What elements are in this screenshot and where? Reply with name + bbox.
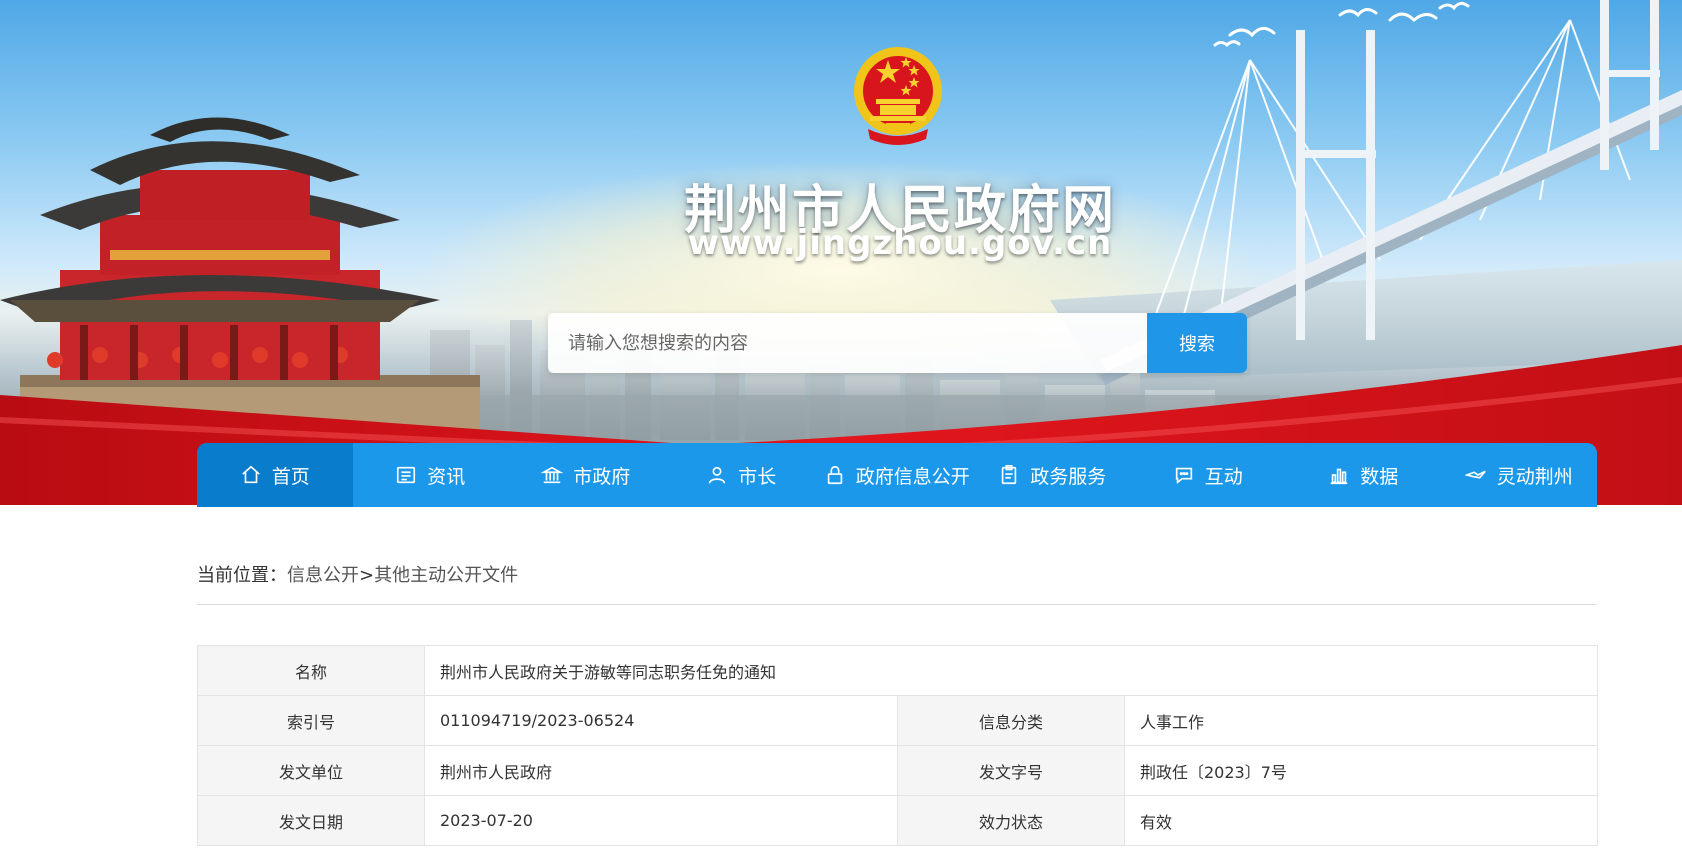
breadcrumb-separator: > <box>359 565 375 586</box>
issuer-value: 荆州市人民政府 <box>424 745 898 796</box>
breadcrumb: 当前位置： 信息公开 > 其他主动公开文件 <box>197 561 518 591</box>
nav-item-label: 资讯 <box>427 465 466 488</box>
index-value: 011094719/2023-06524 <box>424 695 898 746</box>
doc-number-value: 荆政任〔2023〕7号 <box>1123 745 1599 796</box>
bar-chart-icon <box>1330 468 1348 485</box>
breadcrumb-link-other-files[interactable]: 其他主动公开文件 <box>374 561 518 591</box>
home-icon <box>241 465 260 484</box>
table-row: 索引号 011094719/2023-06524 信息分类 人事工作 <box>197 695 1599 746</box>
person-icon <box>709 466 726 484</box>
header-banner: 荆州市人民政府网 www.jingzhou.gov.cn 搜索 <box>0 0 1682 505</box>
nav-item-gov-services[interactable]: 政务服务 <box>975 443 1131 507</box>
nav-item-label: 市长 <box>738 465 777 488</box>
nav-item-home[interactable]: 首页 <box>197 443 353 507</box>
search-button[interactable]: 搜索 <box>1147 313 1247 373</box>
government-building-icon <box>541 466 564 484</box>
validity-status-label: 效力状态 <box>897 795 1125 846</box>
nav-item-label: 政务服务 <box>1030 465 1107 488</box>
national-emblem-icon <box>854 47 942 145</box>
nav-item-label: 首页 <box>271 465 310 488</box>
name-label: 名称 <box>197 645 425 696</box>
validity-status-value: 有效 <box>1123 795 1599 846</box>
index-label: 索引号 <box>197 695 425 746</box>
nav-item-jingzhou[interactable]: 灵动荆州 <box>1441 443 1597 507</box>
main-nav: 首页 资讯 市政府 市长 政府信息公开 政务服务 互动 数据 灵动荆州 <box>197 443 1597 507</box>
breadcrumb-link-info-disclosure[interactable]: 信息公开 <box>287 561 359 591</box>
issue-date-value: 2023-07-20 <box>424 795 898 846</box>
table-row: 名称 荆州市人民政府关于游敏等同志职务任免的通知 <box>197 645 1599 696</box>
news-icon <box>397 466 416 484</box>
nav-item-mayor[interactable]: 市长 <box>664 443 820 507</box>
nav-item-info-disclosure[interactable]: 政府信息公开 <box>819 443 975 507</box>
nav-item-label: 数据 <box>1360 465 1399 488</box>
nav-item-interaction[interactable]: 互动 <box>1130 443 1286 507</box>
document-info-table: 名称 荆州市人民政府关于游敏等同志职务任免的通知 索引号 011094719/2… <box>197 645 1599 846</box>
nav-item-label: 灵动荆州 <box>1496 465 1573 488</box>
chat-icon <box>1175 467 1192 485</box>
nav-item-data[interactable]: 数据 <box>1286 443 1442 507</box>
clipboard-icon <box>1001 465 1017 485</box>
search-input[interactable] <box>548 313 1147 373</box>
breadcrumb-divider <box>197 604 1597 605</box>
nav-item-news[interactable]: 资讯 <box>353 443 509 507</box>
issuer-label: 发文单位 <box>197 745 425 796</box>
name-value: 荆州市人民政府关于游敏等同志职务任免的通知 <box>423 645 1599 696</box>
search-bar: 搜索 <box>548 313 1247 373</box>
doc-number-label: 发文字号 <box>897 745 1125 796</box>
category-label: 信息分类 <box>897 695 1125 746</box>
nav-item-label: 政府信息公开 <box>855 465 970 488</box>
table-row: 发文单位 荆州市人民政府 发文字号 荆政任〔2023〕7号 <box>197 745 1599 796</box>
issue-date-label: 发文日期 <box>197 795 425 846</box>
lock-icon <box>827 465 842 485</box>
category-value: 人事工作 <box>1123 695 1599 746</box>
nav-item-label: 市政府 <box>573 465 631 488</box>
table-row: 发文日期 2023-07-20 效力状态 有效 <box>197 795 1599 846</box>
nav-item-city-government[interactable]: 市政府 <box>508 443 664 507</box>
breadcrumb-prefix: 当前位置： <box>197 565 287 586</box>
nav-item-label: 互动 <box>1204 465 1243 488</box>
site-url: www.jingzhou.gov.cn <box>687 223 1113 263</box>
bird-icon <box>1464 470 1486 479</box>
